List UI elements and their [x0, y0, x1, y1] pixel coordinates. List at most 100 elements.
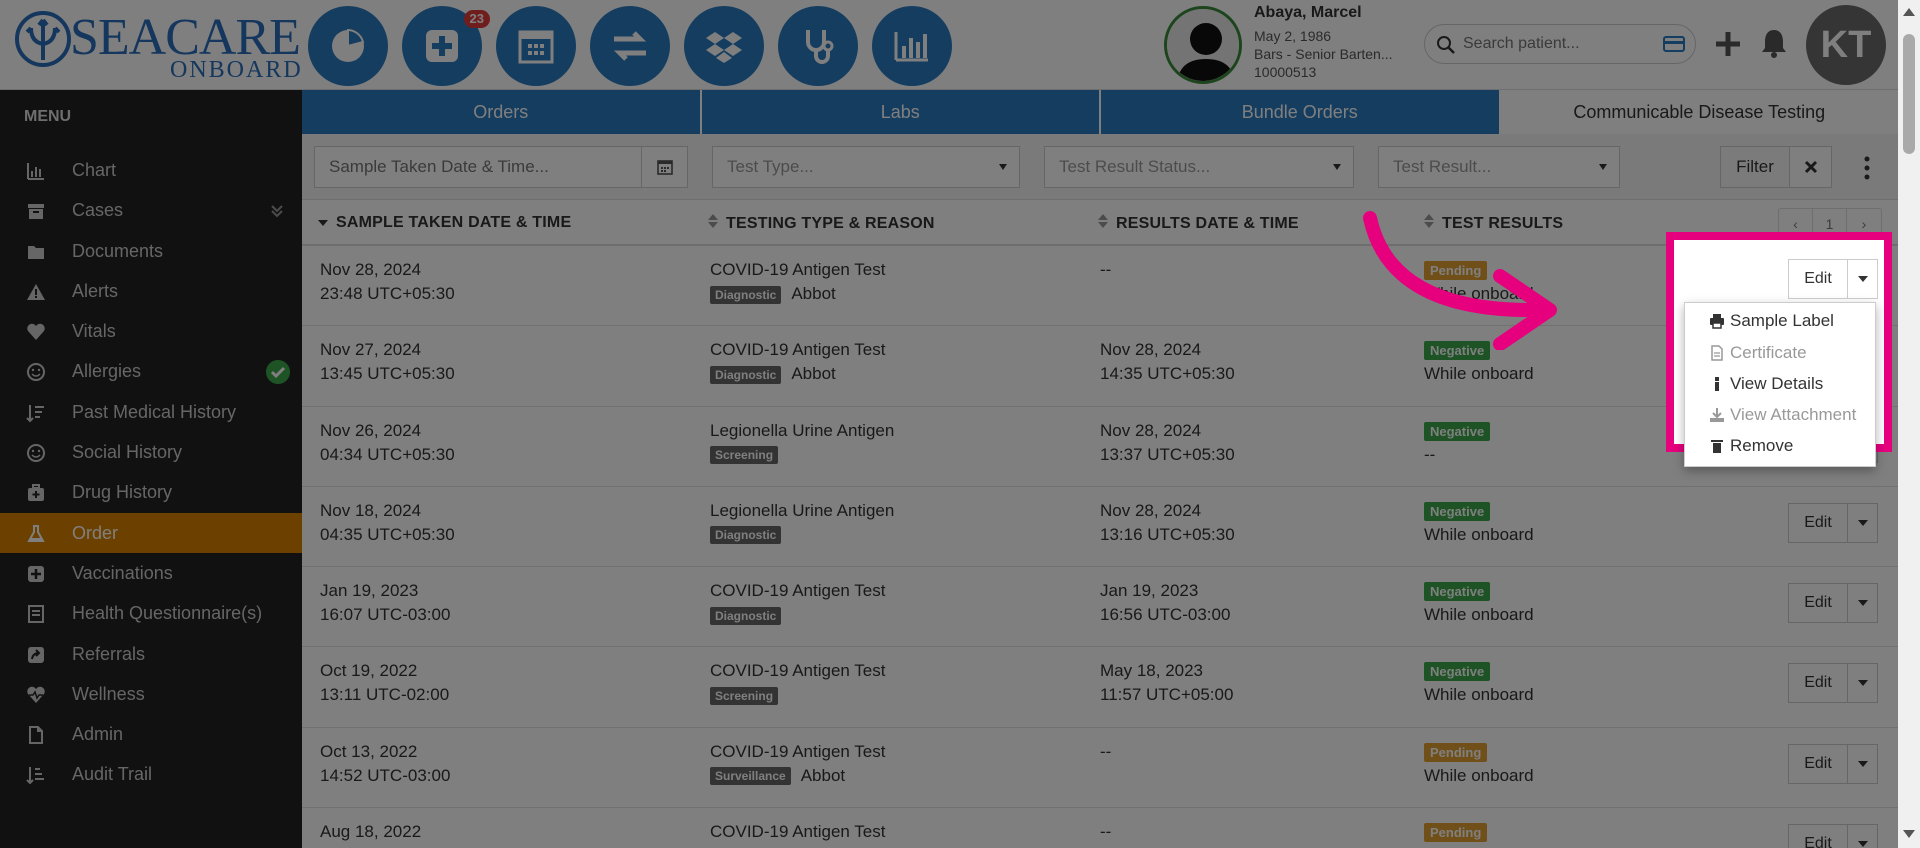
- edit-dropdown-toggle[interactable]: [1848, 259, 1878, 299]
- tab-bar: Orders Labs Bundle Orders Communicable D…: [302, 90, 1898, 134]
- notification-badge: 23: [463, 10, 490, 28]
- page-scrollbar[interactable]: [1898, 0, 1920, 848]
- sidebar-item-alerts[interactable]: Alerts: [0, 271, 302, 311]
- test-result-select[interactable]: Test Result...: [1378, 146, 1620, 188]
- user-avatar[interactable]: KT: [1806, 5, 1886, 85]
- sidebar-item-audit-trail[interactable]: Audit Trail: [0, 754, 302, 794]
- test-type-select[interactable]: Test Type...: [712, 146, 1020, 188]
- edit-button[interactable]: Edit: [1788, 663, 1848, 704]
- test-results-cell: Negative While onboard: [1424, 579, 1534, 627]
- medical-plus-icon: [426, 30, 458, 62]
- tab-bundle-orders[interactable]: Bundle Orders: [1101, 90, 1501, 134]
- table-row[interactable]: Oct 19, 2022 13:11 UTC-02:00 COVID-19 Anti…: [302, 647, 1898, 728]
- menu-item-view-details[interactable]: View Details: [1709, 374, 1823, 394]
- stethoscope-button[interactable]: [778, 6, 858, 86]
- calendar-picker-button[interactable]: [641, 147, 687, 187]
- trash-icon: [1711, 440, 1723, 453]
- test-name: COVID-19 Antigen Test: [710, 741, 886, 761]
- sidebar-item-label: Chart: [72, 160, 117, 180]
- calendar-button[interactable]: [496, 6, 576, 86]
- patient-summary[interactable]: Abaya, Marcel May 2, 1986 Bars - Senior …: [1162, 4, 1422, 84]
- result-context: While onboard: [1424, 605, 1534, 625]
- column-header-results-date[interactable]: RESULTS DATE & TIME: [1098, 214, 1299, 233]
- test-result-status-value: Test Result Status...: [1059, 157, 1211, 176]
- sidebar-item-vitals[interactable]: Vitals: [0, 311, 302, 351]
- filter-button[interactable]: Filter: [1720, 146, 1790, 188]
- sample-time: 16:07 UTC-03:00: [320, 605, 451, 625]
- table-row[interactable]: Nov 27, 2024 13:45 UTC+05:30 COVID-19 Anti…: [302, 326, 1898, 407]
- sidebar-item-chart[interactable]: Chart: [0, 150, 302, 190]
- test-result-status-select[interactable]: Test Result Status...: [1044, 146, 1354, 188]
- table-row[interactable]: Jan 19, 2023 16:07 UTC-03:00 COVID-19 Anti…: [302, 567, 1898, 648]
- sidebar-item-referrals[interactable]: Referrals: [0, 634, 302, 674]
- edit-dropdown-toggle[interactable]: [1848, 502, 1878, 543]
- card-icon[interactable]: [1663, 35, 1685, 53]
- clear-filter-button[interactable]: [1790, 146, 1832, 188]
- sidebar-item-documents[interactable]: Documents: [0, 231, 302, 271]
- menu-item-sample-label[interactable]: Sample Label: [1709, 311, 1834, 331]
- sidebar-item-order[interactable]: Order: [0, 512, 302, 553]
- dashboard-button[interactable]: [308, 6, 388, 86]
- heart-icon: [27, 323, 45, 341]
- edit-button[interactable]: Edit: [1788, 259, 1848, 299]
- column-header-test-results[interactable]: TEST RESULTS: [1424, 214, 1563, 233]
- sidebar-item-drug-history[interactable]: Drug History: [0, 472, 302, 512]
- sidebar-item-wellness[interactable]: Wellness: [0, 674, 302, 714]
- sample-date-input[interactable]: [315, 147, 643, 187]
- edit-dropdown-toggle[interactable]: [1848, 824, 1878, 848]
- test-name: COVID-19 Antigen Test: [710, 340, 886, 360]
- table-row[interactable]: Nov 18, 2024 04:35 UTC+05:30 Legionella Ur…: [302, 487, 1898, 568]
- sidebar-item-past-medical-history[interactable]: Past Medical History: [0, 392, 302, 432]
- edit-dropdown-toggle[interactable]: [1848, 583, 1878, 624]
- chevron-double-down-icon[interactable]: [270, 204, 284, 218]
- sidebar-item-allergies[interactable]: Allergies: [0, 351, 302, 391]
- table-body: Nov 28, 2024 23:48 UTC+05:30 COVID-19 Anti…: [302, 246, 1898, 848]
- bell-icon[interactable]: [1758, 26, 1790, 60]
- seacare-logo[interactable]: SEACARE ONBOARD: [14, 10, 301, 82]
- add-record-button[interactable]: 23: [402, 6, 490, 86]
- testing-type-cell: Legionella Urine Antigen Diagnostic: [710, 499, 894, 547]
- sample-date: Aug 18, 2022: [320, 822, 422, 842]
- sidebar-item-social-history[interactable]: Social History: [0, 432, 302, 472]
- edit-button[interactable]: Edit: [1788, 583, 1848, 624]
- test-results-cell: Negative While onboard: [1424, 659, 1534, 707]
- sidebar: MENU Chart Cases Documents Alerts Vitals…: [0, 90, 302, 848]
- scroll-down-arrow[interactable]: [1903, 830, 1915, 838]
- table-row[interactable]: Aug 18, 2022 COVID-19 Antigen Test -- Pendi…: [302, 808, 1898, 848]
- trident-icon: [15, 11, 71, 67]
- table-row[interactable]: Oct 13, 2022 14:52 UTC-03:00 COVID-19 Anti…: [302, 728, 1898, 809]
- reason-tag: Screening: [710, 446, 779, 465]
- testing-type-cell: Legionella Urine Antigen Screening: [710, 419, 894, 467]
- sample-date-cell: Jan 19, 2023 16:07 UTC-03:00: [320, 579, 450, 627]
- sidebar-item-vaccinations[interactable]: Vaccinations: [0, 553, 302, 593]
- sidebar-item-label: Vitals: [72, 321, 116, 342]
- scroll-thumb[interactable]: [1903, 34, 1915, 154]
- menu-item-remove[interactable]: Remove: [1709, 436, 1793, 456]
- edit-button[interactable]: Edit: [1788, 824, 1848, 848]
- edit-button[interactable]: Edit: [1788, 743, 1848, 784]
- more-options-icon[interactable]: [1862, 154, 1872, 182]
- table-row[interactable]: Nov 28, 2024 23:48 UTC+05:30 COVID-19 Anti…: [302, 246, 1898, 327]
- sidebar-item-health-questionnaires[interactable]: Health Questionnaire(s): [0, 593, 302, 633]
- sidebar-item-admin[interactable]: Admin: [0, 714, 302, 754]
- patient-id: 10000513: [1254, 64, 1317, 80]
- edit-button[interactable]: Edit: [1788, 502, 1848, 543]
- add-icon[interactable]: [1712, 28, 1744, 60]
- column-header-sample-date[interactable]: SAMPLE TAKEN DATE & TIME: [318, 214, 571, 232]
- tab-labs[interactable]: Labs: [701, 90, 1101, 134]
- sidebar-item-cases[interactable]: Cases: [0, 190, 302, 230]
- tab-orders[interactable]: Orders: [302, 90, 702, 134]
- sidebar-item-label: Referrals: [72, 643, 146, 664]
- search-input[interactable]: [1463, 29, 1653, 59]
- scroll-up-arrow[interactable]: [1903, 8, 1915, 16]
- pie-chart-icon: [332, 28, 365, 62]
- dropbox-button[interactable]: [684, 6, 764, 86]
- edit-dropdown-toggle[interactable]: [1848, 663, 1878, 704]
- edit-dropdown-toggle[interactable]: [1848, 743, 1878, 784]
- tab-communicable-disease-testing[interactable]: Communicable Disease Testing: [1500, 90, 1898, 134]
- caret-down-icon: [1857, 680, 1868, 687]
- reports-button[interactable]: [872, 6, 952, 86]
- column-header-testing-type[interactable]: TESTING TYPE & REASON: [708, 214, 935, 233]
- table-row[interactable]: Nov 26, 2024 04:34 UTC+05:30 Legionella Ur…: [302, 407, 1898, 487]
- transfer-button[interactable]: [590, 6, 670, 86]
